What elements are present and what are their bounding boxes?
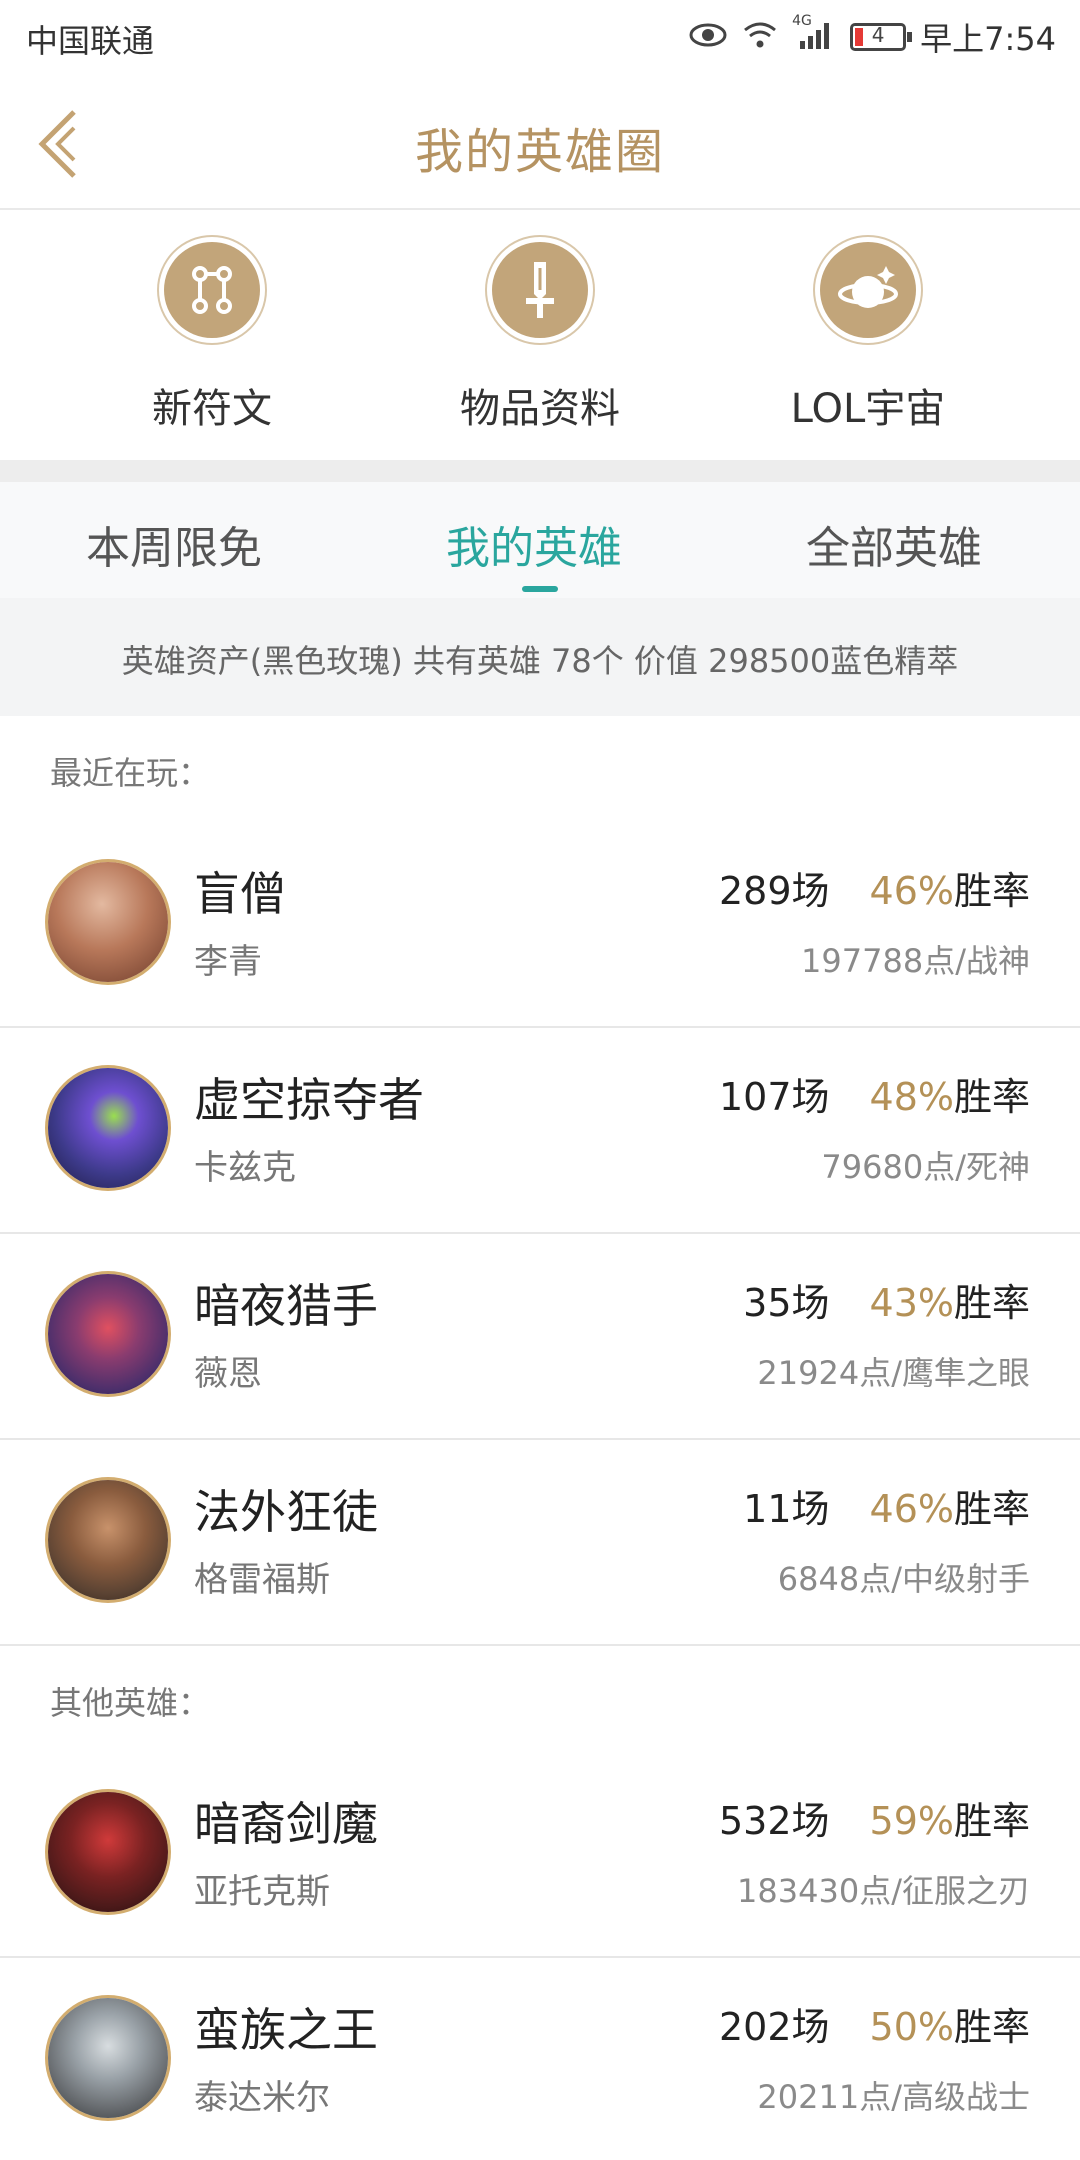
tab-weekly-free[interactable]: 本周限免 <box>86 512 262 576</box>
win-rate-label: 胜率 <box>953 2005 1030 2049</box>
mastery-points: 21924点/鹰隼之眼 <box>757 1354 1030 1392</box>
carrier-label: 中国联通 <box>26 22 155 60</box>
hero-row[interactable]: 蛮族之王 泰达米尔 202场 50%胜率 20211点/高级战士 <box>0 1958 1080 2160</box>
feature-shortcuts: 新符文 物品资料 LOL宇宙 <box>0 210 1080 460</box>
win-rate-label: 胜率 <box>953 869 1030 913</box>
hero-alias: 薇恩 <box>194 1354 262 1394</box>
hero-name: 法外狂徒 <box>194 1485 378 1539</box>
planet-icon <box>820 242 916 338</box>
screen: 中国联通 4G 4 早上7:54 我的英雄圈 新符文 物品资料 LOL宇宙 本周… <box>0 0 1080 2160</box>
hero-alias: 卡兹克 <box>194 1148 296 1188</box>
hero-alias: 亚托克斯 <box>194 1872 330 1912</box>
mastery-points: 79680点/死神 <box>821 1148 1030 1186</box>
shortcut-lol-universe[interactable]: LOL宇宙 <box>738 242 998 434</box>
mastery-points: 20211点/高级战士 <box>757 2078 1030 2116</box>
page-title: 我的英雄圈 <box>414 124 665 180</box>
status-bar: 中国联通 4G 4 早上7:54 <box>0 0 1080 74</box>
mastery-points: 6848点/中级射手 <box>777 1560 1030 1598</box>
hero-name: 暗裔剑魔 <box>194 1797 378 1851</box>
hero-alias: 泰达米尔 <box>194 2078 330 2118</box>
mastery-points: 183430点/征服之刃 <box>737 1872 1030 1910</box>
section-title-others: 其他英雄： <box>50 1684 211 1722</box>
hero-stats: 202场 50%胜率 <box>719 1996 1030 2051</box>
hero-avatar <box>48 1792 168 1912</box>
other-heroes-list: 暗裔剑魔 亚托克斯 532场 59%胜率 183430点/征服之刃 蛮族之王 泰达… <box>0 1752 1080 2160</box>
hero-row[interactable]: 盲僧 李青 289场 46%胜率 197788点/战神 <box>0 822 1080 1028</box>
hero-name: 蛮族之王 <box>194 2003 378 2057</box>
hero-avatar <box>48 1274 168 1394</box>
win-rate: 50% <box>869 2005 954 2049</box>
asset-summary: 英雄资产(黑色玫瑰) 共有英雄 78个 价值 298500蓝色精萃 <box>0 598 1080 716</box>
section-divider <box>0 460 1080 482</box>
shortcut-label: LOL宇宙 <box>790 386 946 432</box>
hero-avatar <box>48 862 168 982</box>
games-count: 107场 <box>718 1075 830 1119</box>
hero-stats: 289场 46%胜率 <box>719 860 1030 915</box>
win-rate: 46% <box>869 869 954 913</box>
games-count: 289场 <box>718 869 830 913</box>
section-title-recent: 最近在玩： <box>50 754 211 792</box>
clock: 早上7:54 <box>920 20 1056 58</box>
hero-row[interactable]: 虚空掠夺者 卡兹克 107场 48%胜率 79680点/死神 <box>0 1028 1080 1234</box>
win-rate-label: 胜率 <box>953 1281 1030 1325</box>
hero-avatar <box>48 1068 168 1188</box>
win-rate: 43% <box>869 1281 954 1325</box>
hero-stats: 11场 46%胜率 <box>743 1478 1030 1533</box>
tab-all-heroes[interactable]: 全部英雄 <box>806 512 982 576</box>
hero-stats: 107场 48%胜率 <box>719 1066 1030 1121</box>
games-count: 35场 <box>743 1281 830 1325</box>
top-app-bar: 我的英雄圈 <box>0 74 1080 210</box>
win-rate: 48% <box>869 1075 954 1119</box>
hero-name: 暗夜猎手 <box>194 1279 378 1333</box>
mastery-points: 197788点/战神 <box>801 942 1030 980</box>
battery-level: 4 <box>871 23 885 47</box>
games-count: 11场 <box>743 1487 830 1531</box>
asset-summary-text: 英雄资产(黑色玫瑰) 共有英雄 78个 价值 298500蓝色精萃 <box>121 642 959 680</box>
shortcut-label: 物品资料 <box>460 386 620 432</box>
hero-row[interactable]: 暗裔剑魔 亚托克斯 532场 59%胜率 183430点/征服之刃 <box>0 1752 1080 1958</box>
eye-icon <box>688 20 728 54</box>
battery-icon: 4 <box>850 23 913 51</box>
hero-row[interactable]: 暗夜猎手 薇恩 35场 43%胜率 21924点/鹰隼之眼 <box>0 1234 1080 1440</box>
status-icons: 4G 4 早上7:54 <box>688 13 1056 60</box>
recent-heroes-list: 盲僧 李青 289场 46%胜率 197788点/战神 虚空掠夺者 卡兹克 107… <box>0 822 1080 1646</box>
active-tab-indicator <box>522 586 558 592</box>
shortcut-item-data[interactable]: 物品资料 <box>410 242 670 434</box>
hero-stats: 35场 43%胜率 <box>743 1272 1030 1327</box>
wifi-icon <box>742 20 778 54</box>
hero-name: 虚空掠夺者 <box>194 1073 424 1127</box>
rune-icon <box>164 242 260 338</box>
signal-icon: 4G <box>792 13 836 55</box>
hero-avatar <box>48 1998 168 2118</box>
network-label: 4G <box>792 13 812 29</box>
win-rate: 59% <box>869 1799 954 1843</box>
tab-my-heroes[interactable]: 我的英雄 <box>446 512 622 576</box>
hero-avatar <box>48 1480 168 1600</box>
win-rate-label: 胜率 <box>953 1799 1030 1843</box>
shortcut-label: 新符文 <box>152 386 272 432</box>
hero-stats: 532场 59%胜率 <box>719 1790 1030 1845</box>
hero-alias: 格雷福斯 <box>194 1560 330 1600</box>
win-rate-label: 胜率 <box>953 1487 1030 1531</box>
sword-icon <box>492 242 588 338</box>
hero-alias: 李青 <box>194 942 262 982</box>
games-count: 202场 <box>718 2005 830 2049</box>
shortcut-new-runes[interactable]: 新符文 <box>82 242 342 434</box>
games-count: 532场 <box>718 1799 830 1843</box>
tab-bar: 本周限免 我的英雄 全部英雄 <box>0 482 1080 598</box>
hero-row[interactable]: 法外狂徒 格雷福斯 11场 46%胜率 6848点/中级射手 <box>0 1440 1080 1646</box>
hero-name: 盲僧 <box>194 867 286 921</box>
win-rate: 46% <box>869 1487 954 1531</box>
win-rate-label: 胜率 <box>953 1075 1030 1119</box>
